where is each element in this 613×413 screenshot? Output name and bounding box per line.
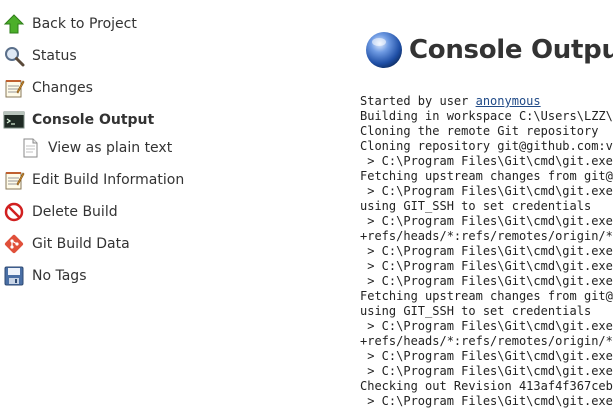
build-page: Back to Project Status Changes Console O… bbox=[0, 0, 613, 413]
page-header: Console Output bbox=[364, 30, 613, 70]
console-line: Building in workspace C:\Users\LZZ\ bbox=[360, 109, 613, 123]
sidebar-item-label: Status bbox=[32, 48, 77, 64]
console-line: Fetching upstream changes from git@g bbox=[360, 169, 613, 183]
notepad-icon bbox=[2, 76, 26, 100]
console-line: Started by user anonymous bbox=[360, 94, 613, 109]
console-line-text: Started by user bbox=[360, 94, 476, 108]
console-line: > C:\Program Files\Git\cmd\git.exe bbox=[360, 154, 613, 168]
console-line: Cloning the remote Git repository bbox=[360, 124, 599, 138]
console-output-log: Started by user anonymous Building in wor… bbox=[360, 94, 613, 409]
sidebar-item-git-build-data[interactable]: Git Build Data bbox=[0, 231, 130, 257]
sidebar-item-label: Delete Build bbox=[32, 204, 118, 220]
document-icon bbox=[18, 136, 42, 160]
sidebar-item-delete-build[interactable]: Delete Build bbox=[0, 199, 118, 225]
console-line: using GIT_SSH to set credentials bbox=[360, 199, 592, 213]
sidebar-item-view-as-plain-text[interactable]: View as plain text bbox=[16, 135, 172, 161]
console-line: > C:\Program Files\Git\cmd\git.exe bbox=[360, 274, 613, 288]
sidebar-item-status[interactable]: Status bbox=[0, 43, 77, 69]
sidebar-item-edit-build-information[interactable]: Edit Build Information bbox=[0, 167, 184, 193]
no-entry-icon bbox=[2, 200, 26, 224]
up-arrow-icon bbox=[2, 12, 26, 36]
sidebar-item-label: Edit Build Information bbox=[32, 172, 185, 188]
console-line: Checking out Revision 413af4f367ceb2 bbox=[360, 379, 613, 393]
sidebar-item-console-output[interactable]: Console Output bbox=[0, 107, 154, 133]
git-icon bbox=[2, 232, 26, 256]
console-line: > C:\Program Files\Git\cmd\git.exe bbox=[360, 244, 613, 258]
sidebar-item-changes[interactable]: Changes bbox=[0, 75, 93, 101]
console-line: using GIT_SSH to set credentials bbox=[360, 304, 592, 318]
console-line: > C:\Program Files\Git\cmd\git.exe bbox=[360, 349, 613, 363]
main-panel: Console Output Started by user anonymous… bbox=[360, 0, 613, 413]
console-line: > C:\Program Files\Git\cmd\git.exe bbox=[360, 319, 613, 333]
user-link[interactable]: anonymous bbox=[476, 94, 541, 108]
sidebar-item-back-to-project[interactable]: Back to Project bbox=[0, 11, 137, 37]
sidebar-item-label: Console Output bbox=[32, 112, 155, 128]
console-line: +refs/heads/*:refs/remotes/origin/* bbox=[360, 334, 613, 348]
sidebar-item-label: No Tags bbox=[32, 268, 87, 284]
console-line: > C:\Program Files\Git\cmd\git.exe bbox=[360, 214, 613, 228]
sidebar-item-label: Back to Project bbox=[32, 16, 137, 32]
sidebar-item-label: Changes bbox=[32, 80, 93, 96]
console-line: > C:\Program Files\Git\cmd\git.exe bbox=[360, 364, 613, 378]
console-line: Cloning repository git@github.com:va bbox=[360, 139, 613, 153]
console-line: > C:\Program Files\Git\cmd\git.exe bbox=[360, 394, 613, 408]
notepad-icon bbox=[2, 168, 26, 192]
terminal-icon bbox=[2, 108, 26, 132]
blue-ball-icon bbox=[366, 32, 402, 68]
sidebar-item-label: Git Build Data bbox=[32, 236, 130, 252]
page-title: Console Output bbox=[409, 35, 613, 65]
sidebar-tasks: Back to Project Status Changes Console O… bbox=[0, 0, 340, 413]
console-line: +refs/heads/*:refs/remotes/origin/* bbox=[360, 229, 613, 243]
console-line: Fetching upstream changes from git@g bbox=[360, 289, 613, 303]
console-line: > C:\Program Files\Git\cmd\git.exe bbox=[360, 259, 613, 273]
sidebar-item-label: View as plain text bbox=[48, 140, 173, 156]
magnifier-icon bbox=[2, 44, 26, 68]
console-line: > C:\Program Files\Git\cmd\git.exe bbox=[360, 184, 613, 198]
sidebar-item-no-tags[interactable]: No Tags bbox=[0, 263, 86, 289]
save-icon bbox=[2, 264, 26, 288]
